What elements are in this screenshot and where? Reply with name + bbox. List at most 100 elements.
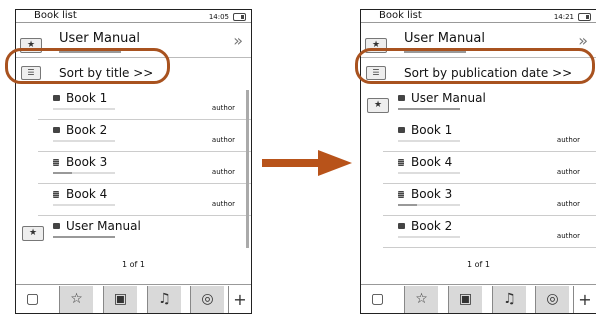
divider: [383, 215, 596, 216]
book-title: Book 4: [411, 155, 453, 169]
book-author: author: [211, 168, 235, 176]
music-icon[interactable]: ♫: [147, 286, 181, 313]
music-icon[interactable]: ♫: [492, 286, 526, 313]
star-icon[interactable]: ☆: [59, 286, 93, 313]
book-icon: [53, 95, 60, 101]
book-author: author: [556, 136, 580, 144]
star-icon: ★: [20, 38, 42, 53]
book-title: Book 2: [66, 123, 108, 137]
list-item[interactable]: ★ User Manual: [361, 89, 596, 120]
sort-button[interactable]: ☰ Sort by title >>: [16, 58, 251, 88]
star-icon: ★: [367, 98, 389, 113]
globe-icon[interactable]: ◎: [190, 286, 224, 313]
divider: [383, 247, 596, 248]
globe-icon[interactable]: ◎: [535, 286, 569, 313]
plus-icon[interactable]: +: [228, 286, 251, 313]
book-icon: [53, 127, 60, 133]
divider: [38, 151, 251, 152]
book-author: author: [211, 136, 235, 144]
book-title: Book 1: [66, 91, 108, 105]
page-indicator: 1 of 1: [467, 260, 490, 269]
plus-icon[interactable]: +: [573, 286, 596, 313]
device-after: Book list 14:21 ★ User Manual » ☰ Sort b…: [360, 9, 596, 314]
progress-bar: [398, 204, 460, 206]
device-before: Book list 14:05 ★ User Manual » ☰ Sort b…: [15, 9, 252, 314]
image-icon[interactable]: ▣: [448, 286, 482, 313]
book-author: author: [556, 168, 580, 176]
book-title: User Manual: [411, 91, 486, 105]
page-title: Book list: [379, 10, 422, 21]
sort-button[interactable]: ☰ Sort by publication date >>: [361, 58, 596, 88]
book-title: Book 3: [411, 187, 453, 201]
battery-icon: [578, 13, 591, 21]
book-icon: [398, 127, 405, 133]
progress-bar: [398, 108, 460, 110]
pinned-book-name: User Manual: [59, 31, 141, 46]
document-icon: [53, 191, 59, 198]
progress-bar: [404, 50, 466, 53]
page-title: Book list: [34, 10, 77, 21]
arrow-right-icon: [262, 150, 352, 176]
list-item[interactable]: Book 3 author: [16, 153, 251, 184]
tab-bar: ▢ ☆ ▣ ♫ ◎ +: [16, 284, 251, 313]
progress-bar: [59, 50, 121, 53]
list-item[interactable]: Book 2 author: [16, 121, 251, 152]
book-title: Book 4: [66, 187, 108, 201]
clock: 14:05: [208, 13, 229, 21]
book-icon: [53, 223, 60, 229]
star-icon: ★: [365, 38, 387, 53]
pinned-book[interactable]: ★ User Manual »: [361, 23, 596, 58]
divider: [38, 119, 251, 120]
list-item[interactable]: Book 2 author: [361, 217, 596, 248]
book-icon: [398, 223, 405, 229]
title-bar: Book list 14:21: [361, 10, 596, 23]
list-item[interactable]: Book 4 author: [16, 185, 251, 216]
scrollbar[interactable]: [246, 90, 249, 248]
chevron-right-icon[interactable]: »: [233, 31, 243, 50]
divider: [383, 183, 596, 184]
book-author: author: [556, 200, 580, 208]
battery-icon: [233, 13, 246, 21]
progress-bar: [53, 140, 115, 142]
list-item[interactable]: Book 3 author: [361, 185, 596, 216]
progress-bar: [53, 172, 115, 174]
divider: [383, 151, 596, 152]
book-title: User Manual: [66, 219, 141, 233]
document-icon: [398, 159, 404, 166]
book-icon[interactable]: ▢: [361, 286, 394, 313]
title-bar: Book list 14:05: [16, 10, 251, 23]
divider: [38, 215, 251, 216]
book-title: Book 2: [411, 219, 453, 233]
image-icon[interactable]: ▣: [103, 286, 137, 313]
star-icon[interactable]: ☆: [404, 286, 438, 313]
tab-bar: ▢ ☆ ▣ ♫ ◎ +: [361, 284, 596, 313]
progress-bar: [53, 204, 115, 206]
star-icon: ★: [22, 226, 44, 241]
book-author: author: [211, 200, 235, 208]
chevron-right-icon[interactable]: »: [578, 31, 588, 50]
sort-label: Sort by publication date >>: [404, 66, 573, 80]
document-icon: [398, 191, 404, 198]
pinned-book-name: User Manual: [404, 31, 486, 46]
divider: [38, 183, 251, 184]
sort-list-icon: ☰: [366, 66, 386, 80]
progress-bar: [398, 236, 460, 238]
list-item[interactable]: Book 4 author: [361, 153, 596, 184]
list-item[interactable]: Book 1 author: [361, 121, 596, 152]
progress-bar: [53, 108, 115, 110]
sort-label: Sort by title >>: [59, 66, 154, 80]
progress-bar: [398, 172, 460, 174]
book-author: author: [556, 232, 580, 240]
progress-bar: [53, 236, 115, 238]
document-icon: [53, 159, 59, 166]
clock: 14:21: [553, 13, 574, 21]
page-indicator: 1 of 1: [122, 260, 145, 269]
book-icon[interactable]: ▢: [16, 286, 49, 313]
pinned-book[interactable]: ★ User Manual »: [16, 23, 251, 58]
progress-bar: [398, 140, 460, 142]
book-title: Book 3: [66, 155, 108, 169]
list-item[interactable]: ★ User Manual: [16, 217, 251, 248]
book-title: Book 1: [411, 123, 453, 137]
list-item[interactable]: Book 1 author: [16, 89, 251, 120]
book-icon: [398, 95, 405, 101]
